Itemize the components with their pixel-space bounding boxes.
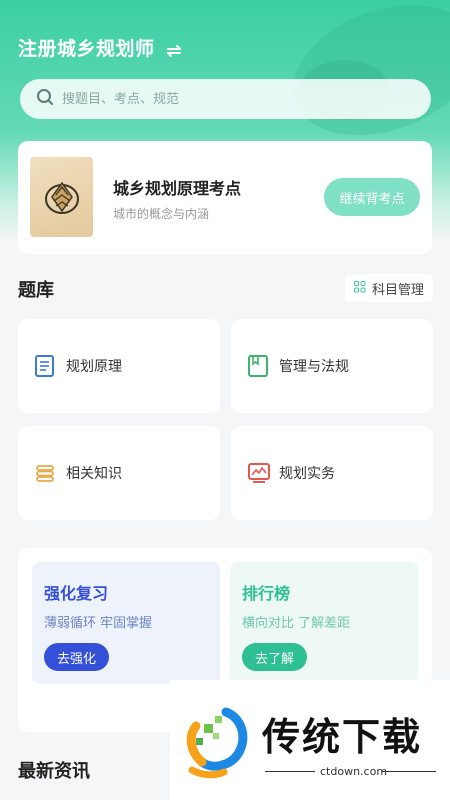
monitor-chart-icon (247, 461, 270, 485)
watermark-logo-icon (182, 702, 252, 782)
review-title: 强化复习 (44, 584, 109, 603)
search-icon (36, 88, 54, 110)
question-bank-title: 题库 (18, 280, 54, 301)
subject-tile-planning-principles[interactable]: 规划原理 (18, 319, 220, 413)
watermark-text: 传统下载 (262, 715, 423, 759)
subject-label: 规划原理 (66, 359, 122, 375)
review-card[interactable]: 强化复习 薄弱循环 牢固掌握 去强化 (32, 562, 220, 684)
grid-icon (353, 280, 366, 296)
bookmark-book-icon (247, 354, 269, 378)
switch-icon[interactable] (165, 41, 183, 57)
continue-study-button[interactable]: 继续背考点 (324, 178, 420, 216)
latest-news-title: 最新资讯 (18, 761, 90, 782)
search-bar[interactable] (20, 79, 431, 119)
divider (382, 771, 436, 772)
ranking-title: 排行榜 (242, 584, 291, 603)
watermark-url: ctdown.com (320, 765, 388, 778)
book-subtitle: 城市的概念与内涵 (113, 207, 210, 221)
book-title: 城乡规划原理考点 (113, 179, 242, 198)
subject-label: 管理与法规 (279, 359, 349, 375)
divider (265, 771, 315, 772)
book-icon (34, 354, 56, 378)
subject-label: 规划实务 (279, 466, 335, 482)
review-button[interactable]: 去强化 (44, 643, 110, 671)
stack-icon (34, 461, 56, 485)
ranking-subtitle: 横向对比 了解差距 (242, 616, 351, 631)
app-title: 注册城乡规划师 (18, 38, 155, 60)
app-title-row[interactable]: 注册城乡规划师 (18, 34, 183, 61)
subject-tile-planning-practice[interactable]: 规划实务 (231, 426, 433, 520)
ranking-button[interactable]: 去了解 (242, 643, 308, 671)
subject-tile-management-regulations[interactable]: 管理与法规 (231, 319, 433, 413)
subject-label: 相关知识 (66, 466, 122, 482)
subject-management-button[interactable]: 科目管理 (345, 274, 433, 302)
search-input[interactable] (62, 91, 392, 107)
ranking-card[interactable]: 排行榜 横向对比 了解差距 去了解 (230, 562, 418, 684)
subject-tile-related-knowledge[interactable]: 相关知识 (18, 426, 220, 520)
subject-management-label: 科目管理 (371, 282, 424, 298)
review-subtitle: 薄弱循环 牢固掌握 (44, 616, 153, 631)
continue-study-card[interactable]: 城乡规划原理考点 城市的概念与内涵 继续背考点 (18, 141, 432, 254)
book-cover (30, 157, 93, 237)
watermark: 传统下载 ctdown.com (170, 680, 450, 800)
